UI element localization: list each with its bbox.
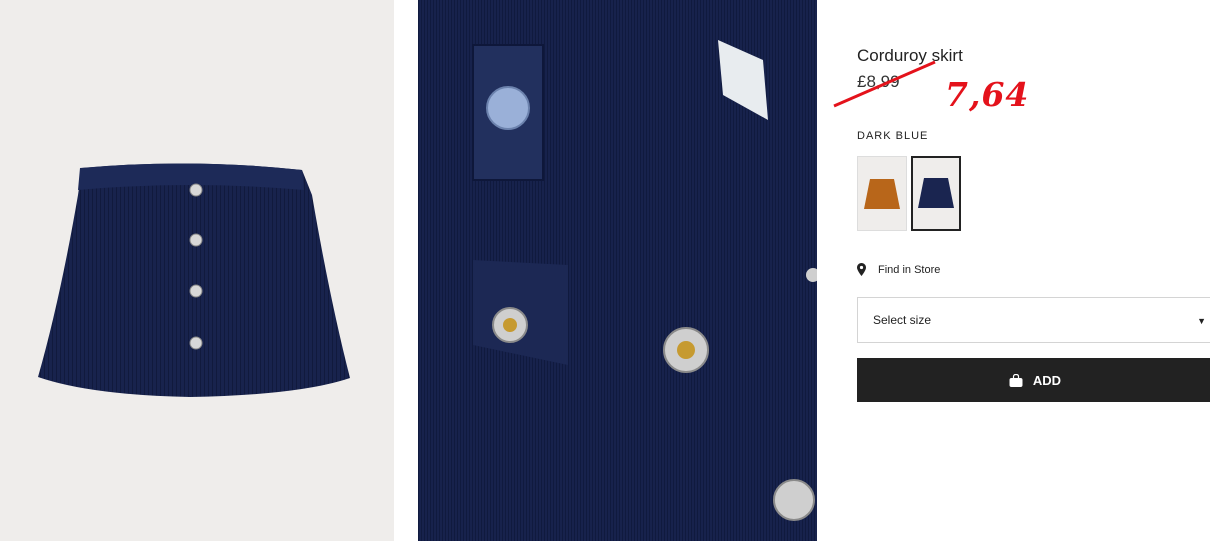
skirt-illustration xyxy=(38,163,350,397)
product-image-main[interactable] xyxy=(0,0,394,541)
size-select-value: Select size xyxy=(873,313,932,327)
new-price: 7,64 xyxy=(945,75,1030,114)
add-button-label: ADD xyxy=(1032,372,1062,388)
caret-down-icon: ▼ xyxy=(1197,316,1206,326)
size-select[interactable]: Select size ▼ xyxy=(857,297,1210,343)
add-to-bag-button[interactable]: ADD xyxy=(857,358,1210,402)
swatch-dark-blue[interactable] xyxy=(911,156,961,231)
skirt-detail-illustration xyxy=(418,0,817,541)
find-in-store-label: Find in Store xyxy=(878,263,941,276)
map-pin-icon xyxy=(857,263,866,276)
find-in-store-link[interactable]: Find in Store xyxy=(857,263,940,276)
shopping-bag-icon xyxy=(1009,373,1023,387)
color-name: DARK BLUE xyxy=(857,130,929,142)
swatch-dark-blue-thumbnail xyxy=(918,178,954,208)
swatch-mustard-thumbnail xyxy=(864,179,900,209)
product-info-panel: Corduroy skirt £8,99 7,64 DARK BLUE Find… xyxy=(817,0,1210,541)
swatch-mustard[interactable] xyxy=(857,156,907,231)
product-image-detail[interactable] xyxy=(418,0,817,541)
price-strike-mark xyxy=(833,60,936,108)
